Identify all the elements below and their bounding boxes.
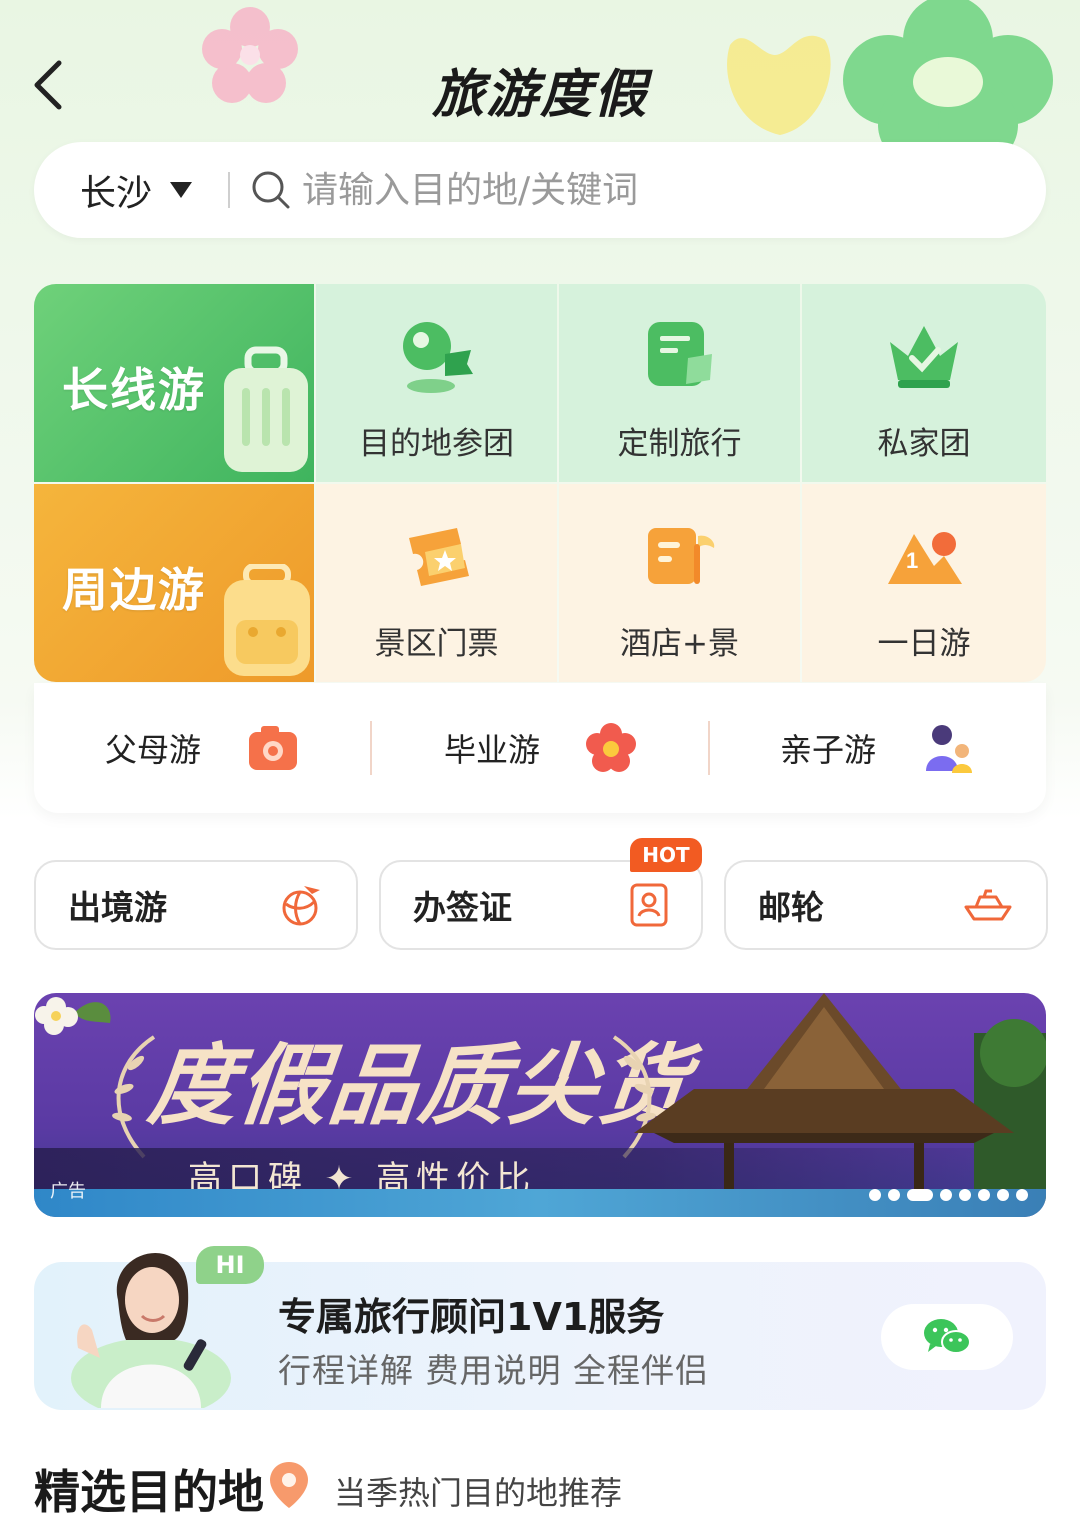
pill-label: 邮轮 [758,888,824,927]
crown-check-icon [890,326,958,388]
city-selector[interactable]: 长沙 [80,164,193,216]
pill-label: 办签证 [413,888,512,927]
travel-vacation-page: 旅游度假 长沙 长线游 周边游 [0,0,1080,1528]
custom-travel-card-icon [647,322,712,386]
theme-row: 父母游 毕业游 亲子游 [34,683,1046,813]
visa-service-button[interactable]: 办签证 [379,860,703,950]
carousel-dot[interactable] [1016,1189,1028,1201]
section-title: 精选目的地 [34,1465,264,1519]
hotel-palm-icon [647,528,714,584]
section-subtitle: 当季热门目的地推荐 [334,1474,623,1512]
category-grid: 长线游 周边游 目的地参团 定制旅行 私家团 景区门票 酒店+景 1 一日游 [34,284,1046,682]
tile-scenic-tickets[interactable]: 景区门票 [316,484,557,682]
search-divider [228,172,231,208]
svg-text:1: 1 [906,548,918,573]
tile-label: 目的地参团 [359,426,514,462]
tile-destination-tour[interactable]: 目的地参团 [316,284,557,482]
theme-family-trip[interactable]: 亲子游 [710,718,1046,778]
advisor-title: 专属旅行顾问1V1服务 [278,1295,665,1339]
pill-label: 出境游 [68,888,167,927]
nearby-trip-label: 周边游 [62,563,206,617]
promo-banner[interactable]: 度假品质尖货 高口碑 ✦ 高性价比 广告 [34,993,1046,1217]
tile-label: 景区门票 [374,626,499,662]
id-card-icon [630,883,668,927]
camera-icon [249,726,297,770]
search-bar: 长沙 [34,142,1046,238]
theme-label: 毕业游 [443,731,540,769]
suitcase-icon [224,346,308,472]
tile-label: 一日游 [877,626,971,662]
tile-label: 私家团 [877,426,971,462]
page-title: 旅游度假 [431,65,648,125]
carousel-dot[interactable] [888,1189,900,1201]
cruise-ship-icon [964,889,1012,921]
carousel-dot-active[interactable] [907,1189,933,1201]
nearby-trip-tile[interactable]: 周边游 [34,484,314,682]
theme-graduation-trip[interactable]: 毕业游 [372,718,708,778]
location-pin-icon [270,1462,308,1508]
theme-label: 亲子游 [779,731,876,769]
tile-private-tour[interactable]: 私家团 [802,284,1046,482]
theme-label: 父母游 [104,731,201,769]
caret-down-icon [170,182,193,198]
carousel-dot[interactable] [940,1189,952,1201]
search-icon [252,171,290,209]
city-label: 长沙 [80,173,153,214]
ad-label: 广告 [50,1181,86,1202]
carousel-dot[interactable] [978,1189,990,1201]
pavilion-image [634,993,1046,1203]
wechat-icon [924,1319,971,1354]
ticket-star-icon [408,528,469,586]
wechat-contact-button[interactable] [881,1304,1013,1370]
outbound-travel-button[interactable]: 出境游 [34,860,358,950]
flower-icon [586,723,636,772]
cruise-button[interactable]: 邮轮 [724,860,1048,950]
tile-day-trip[interactable]: 1 一日游 [802,484,1046,682]
destination-pin-flag-icon [402,322,473,393]
long-trip-tile[interactable]: 长线游 [34,284,314,482]
globe-plane-icon [282,886,320,926]
tile-custom-travel[interactable]: 定制旅行 [559,284,800,482]
search-input[interactable] [302,169,903,211]
backpack-icon [224,564,310,676]
parent-child-icon [926,725,972,773]
tile-label: 酒店+景 [620,626,739,662]
hot-badge: HOT [630,838,702,872]
tile-label: 定制旅行 [617,426,742,462]
carousel-dot[interactable] [869,1189,881,1201]
advisor-subtitle: 行程详解 费用说明 全程伴侣 [278,1351,709,1390]
carousel-dot[interactable] [997,1189,1009,1201]
tile-hotel-plus-scenic[interactable]: 酒店+景 [559,484,800,682]
hi-badge: HI [196,1246,264,1284]
long-trip-label: 长线游 [62,363,206,417]
carousel-dot[interactable] [959,1189,971,1201]
mountain-sun-icon: 1 [888,532,962,584]
theme-parents-trip[interactable]: 父母游 [34,718,370,778]
carousel-dots[interactable] [869,1189,1028,1201]
